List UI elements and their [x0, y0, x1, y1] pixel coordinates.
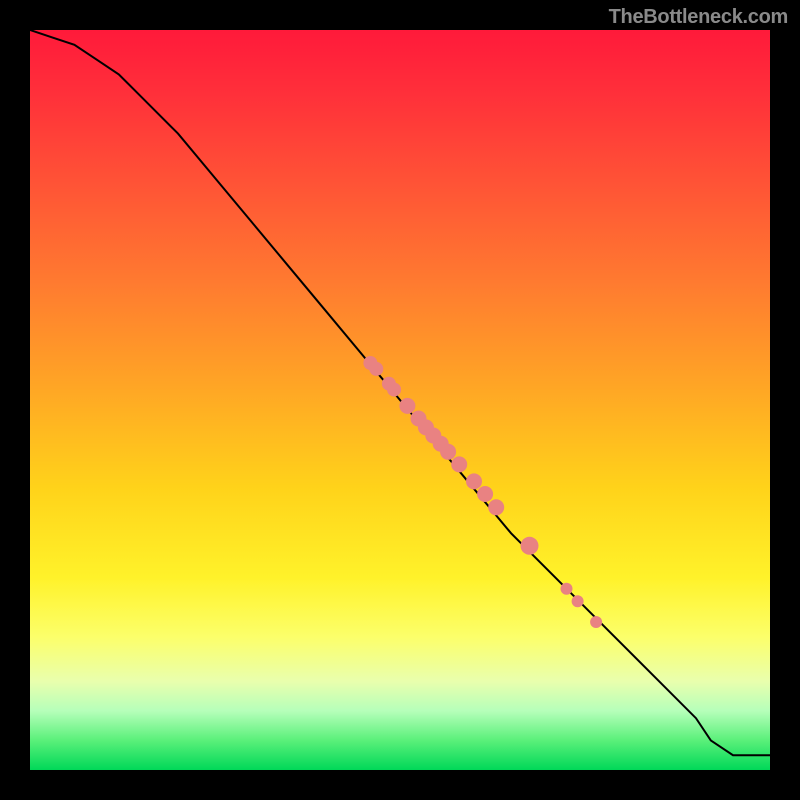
attribution-text: TheBottleneck.com: [609, 6, 788, 29]
gradient-background: [30, 30, 770, 770]
chart-stage: TheBottleneck.com: [0, 0, 800, 800]
